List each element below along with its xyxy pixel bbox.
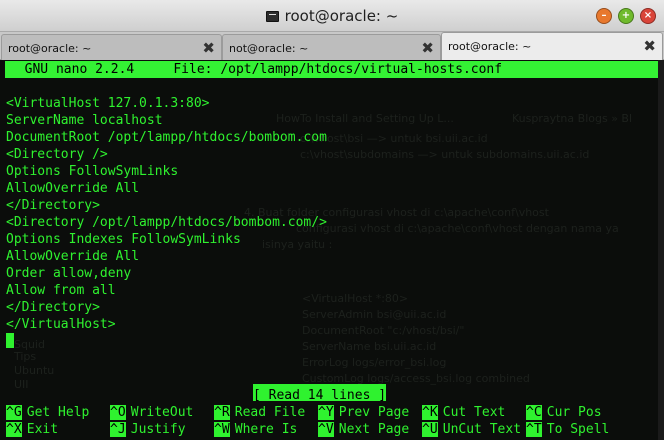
minimize-button[interactable]: – xyxy=(596,8,612,24)
window-titlebar: root@oracle: ~ – + × xyxy=(0,0,664,32)
file-line: </Directory> xyxy=(6,198,100,213)
ghost-sidebar-item: Squid xyxy=(14,338,45,351)
file-line: <VirtualHost 127.0.1.3:80> xyxy=(6,96,210,111)
file-line: <Directory /opt/lampp/htdocs/bombom.com/… xyxy=(6,215,327,230)
shortcut-justify[interactable]: ^J Justify xyxy=(110,418,186,437)
shortcut-prev-page[interactable]: ^Y Prev Page xyxy=(318,401,409,420)
terminal-scrollbar[interactable] xyxy=(658,60,664,440)
file-line: <Directory /> xyxy=(6,147,108,162)
nano-header-bar: GNU nano 2.2.4 File: /opt/lampp/htdocs/v… xyxy=(5,61,659,78)
tab-root-1[interactable]: root@oracle: ~ ✖ xyxy=(1,34,222,60)
terminal-area[interactable]: HowTo Install and Setting Up L... Kuspra… xyxy=(0,60,664,440)
ghost-line: ErrorLog logs/error_bsi.log xyxy=(302,356,447,369)
ghost-line: configurasi vhost di c:\apache\conf\vhos… xyxy=(296,222,619,235)
nano-header-text: GNU nano 2.2.4 File: /opt/lampp/htdocs/v… xyxy=(9,62,503,77)
ghost-sidebar-item: Ubuntu xyxy=(14,364,55,377)
shortcut-uncut-text[interactable]: ^U UnCut Text xyxy=(422,418,521,437)
file-line: Options Indexes FollowSymLinks xyxy=(6,232,241,247)
ghost-line: c:\vhost\subdomains —> untuk subdomains.… xyxy=(300,148,590,161)
status-message: [ Read 14 lines ] xyxy=(253,384,387,403)
window-controls: – + × xyxy=(596,8,656,24)
tab-root-active[interactable]: root@oracle: ~ ✖ xyxy=(441,32,663,60)
ghost-sidebar-item: UII xyxy=(14,378,29,391)
ghost-tab: Kuspraytna Blogs » Bl xyxy=(512,112,633,125)
shortcut-cur-pos[interactable]: ^C Cur Pos xyxy=(526,401,602,420)
shortcut-to-spell[interactable]: ^T To Spell xyxy=(526,418,609,437)
tab-label: root@oracle: ~ xyxy=(8,42,92,55)
nano-editor-content[interactable]: <VirtualHost 127.0.1.3:80> ServerName lo… xyxy=(6,95,327,333)
shortcut-row-2: ^X Exit ^J Justify ^W Where Is ^V Next P… xyxy=(6,418,656,437)
tab-label: root@oracle: ~ xyxy=(448,40,532,53)
shortcut-exit[interactable]: ^X Exit xyxy=(6,418,58,437)
tab-not[interactable]: not@oracle: ~ ✖ xyxy=(222,34,441,60)
shortcut-row-1: ^G Get Help ^O WriteOut ^R Read File ^Y … xyxy=(6,401,656,420)
file-line: AllowOverride All xyxy=(6,181,140,196)
maximize-button[interactable]: + xyxy=(618,8,634,24)
tab-bar: root@oracle: ~ ✖ not@oracle: ~ ✖ root@or… xyxy=(0,32,664,60)
window-title: root@oracle: ~ xyxy=(284,7,399,25)
shortcut-next-page[interactable]: ^V Next Page xyxy=(318,418,409,437)
ghost-line: ServerName bsi.uii.ac.id xyxy=(302,340,437,353)
shortcut-read-file[interactable]: ^R Read File xyxy=(214,401,305,420)
close-tab-icon[interactable]: ✖ xyxy=(643,37,656,55)
shortcut-writeout[interactable]: ^O WriteOut xyxy=(110,401,193,420)
close-tab-icon[interactable]: ✖ xyxy=(202,39,215,57)
file-line: Order allow,deny xyxy=(6,266,132,281)
file-line: DocumentRoot /opt/lampp/htdocs/bombom.co… xyxy=(6,130,327,145)
shortcut-get-help[interactable]: ^G Get Help xyxy=(6,401,89,420)
close-tab-icon[interactable]: ✖ xyxy=(421,39,434,57)
file-line: </VirtualHost> xyxy=(6,317,116,332)
file-line: </Directory> xyxy=(6,300,100,315)
window-title-group: root@oracle: ~ xyxy=(0,0,664,32)
file-line: Allow from all xyxy=(6,283,116,298)
terminal-icon xyxy=(265,10,279,22)
file-line: ServerName localhost xyxy=(6,113,163,128)
file-line: AllowOverride All xyxy=(6,249,140,264)
close-button[interactable]: × xyxy=(640,8,656,24)
tab-label: not@oracle: ~ xyxy=(229,42,309,55)
shortcut-cut-text[interactable]: ^K Cut Text xyxy=(422,401,505,420)
ghost-sidebar-item: Tips xyxy=(14,350,37,363)
ghost-line: c:\vhost\bsi —> untuk bsi.uii.ac.id xyxy=(300,132,488,145)
text-cursor xyxy=(6,333,14,348)
shortcut-where-is[interactable]: ^W Where Is xyxy=(214,418,297,437)
file-line: Options FollowSymLinks xyxy=(6,164,179,179)
